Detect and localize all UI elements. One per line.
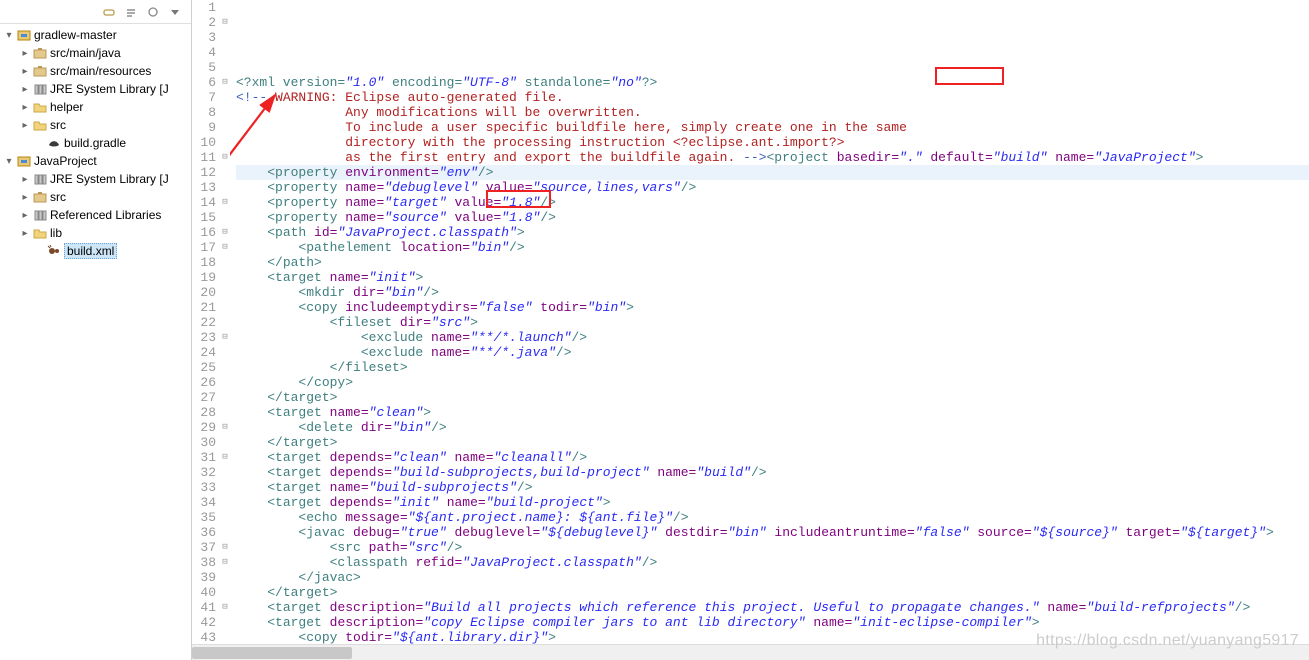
- tree-node-lib[interactable]: ▸lib: [0, 224, 191, 242]
- tree-node-jre-library[interactable]: ▸JRE System Library [J: [0, 80, 191, 98]
- scrollbar-thumb[interactable]: [192, 647, 352, 659]
- project-gradlew-master[interactable]: ▾ gradlew-master: [0, 26, 191, 44]
- code-content[interactable]: <?xml version="1.0" encoding="UTF-8" sta…: [230, 0, 1309, 660]
- expand-toggle[interactable]: ▸: [18, 66, 32, 77]
- expand-toggle[interactable]: ▾: [2, 156, 16, 167]
- expand-toggle[interactable]: ▸: [18, 84, 32, 95]
- gradle-icon: [46, 135, 62, 151]
- expand-toggle[interactable]: ▾: [2, 30, 16, 41]
- project-tree[interactable]: ▾ gradlew-master ▸src/main/java ▸src/mai…: [0, 24, 191, 660]
- library-icon: [32, 207, 48, 223]
- editor-area[interactable]: 1234567891011121314151617181920212223242…: [192, 0, 1309, 660]
- tree-node-helper[interactable]: ▸helper: [0, 98, 191, 116]
- tree-node-referenced-libs[interactable]: ▸Referenced Libraries: [0, 206, 191, 224]
- package-icon: [32, 189, 48, 205]
- package-icon: [32, 45, 48, 61]
- expand-toggle[interactable]: ▸: [18, 174, 32, 185]
- project-label: JavaProject: [34, 154, 97, 168]
- project-label: gradlew-master: [34, 28, 117, 42]
- expand-toggle[interactable]: ▸: [18, 48, 32, 59]
- tree-node-jre-library-2[interactable]: ▸JRE System Library [J: [0, 170, 191, 188]
- annotation-box-project: [935, 67, 1004, 85]
- annotation-box-target: [486, 190, 551, 208]
- fold-column[interactable]: ⊟⊟⊟⊟⊟⊟⊟⊟⊟⊟⊟⊟: [220, 0, 230, 660]
- tree-node-src-folder[interactable]: ▸src: [0, 116, 191, 134]
- folder-icon: [32, 225, 48, 241]
- tree-node-src-main-resources[interactable]: ▸src/main/resources: [0, 62, 191, 80]
- tree-node-src-main-java[interactable]: ▸src/main/java: [0, 44, 191, 62]
- expand-toggle[interactable]: ▸: [18, 192, 32, 203]
- ant-file-icon: [46, 243, 62, 259]
- folder-icon: [32, 99, 48, 115]
- library-icon: [32, 171, 48, 187]
- folder-icon: [32, 117, 48, 133]
- explorer-toolbar: [0, 0, 191, 24]
- project-explorer[interactable]: ▾ gradlew-master ▸src/main/java ▸src/mai…: [0, 0, 192, 660]
- java-project-icon: [16, 27, 32, 43]
- focus-icon[interactable]: [145, 4, 161, 20]
- view-menu-icon[interactable]: [167, 4, 183, 20]
- expand-toggle[interactable]: ▸: [18, 210, 32, 221]
- tree-node-build-gradle[interactable]: build.gradle: [0, 134, 191, 152]
- tree-node-build-xml[interactable]: build.xml: [0, 242, 191, 260]
- project-javaproject[interactable]: ▾ JavaProject: [0, 152, 191, 170]
- link-editor-icon[interactable]: [101, 4, 117, 20]
- tree-node-src-pkg[interactable]: ▸src: [0, 188, 191, 206]
- package-icon: [32, 63, 48, 79]
- line-number-gutter: 1234567891011121314151617181920212223242…: [192, 0, 220, 660]
- expand-toggle[interactable]: ▸: [18, 102, 32, 113]
- collapse-all-icon[interactable]: [123, 4, 139, 20]
- expand-toggle[interactable]: ▸: [18, 120, 32, 131]
- library-icon: [32, 81, 48, 97]
- java-project-icon: [16, 153, 32, 169]
- watermark-text: https://blog.csdn.net/yuanyang5917: [1036, 632, 1299, 650]
- expand-toggle[interactable]: ▸: [18, 228, 32, 239]
